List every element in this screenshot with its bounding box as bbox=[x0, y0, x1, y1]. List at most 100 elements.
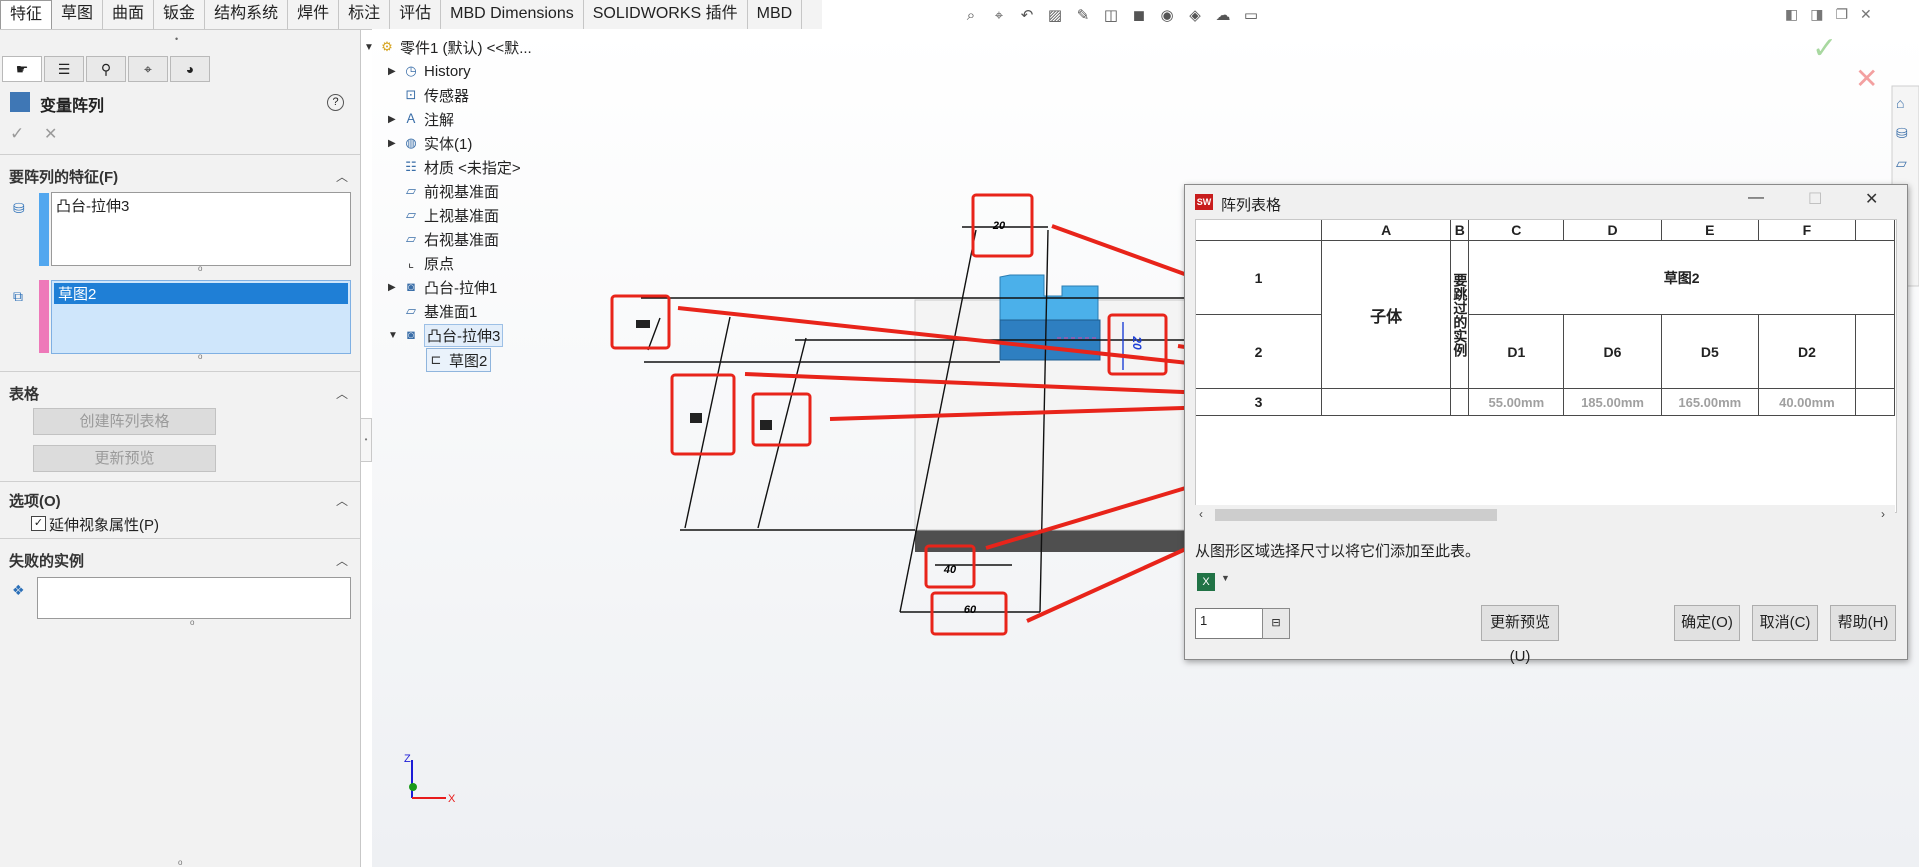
dim-text[interactable]: 60 bbox=[964, 604, 977, 616]
pattern-table-dialog: SW 阵列表格 — ☐ ✕ A B C D E F 1 子体 要跳过的实例 草图… bbox=[1184, 184, 1908, 665]
tree-item-label: 凸台-拉伸3 bbox=[424, 323, 504, 347]
scroll-left-icon[interactable]: ‹ bbox=[1199, 507, 1203, 521]
history-icon: ◷ bbox=[405, 63, 417, 78]
scroll-thumb[interactable] bbox=[1215, 509, 1497, 521]
table-cell[interactable] bbox=[1321, 388, 1452, 416]
tree-item-label: 凸台-拉伸1 bbox=[424, 279, 498, 297]
table-cell[interactable]: 185.00mm bbox=[1563, 388, 1662, 416]
scroll-right-icon[interactable]: › bbox=[1881, 507, 1885, 521]
table-cell[interactable]: 40.00mm bbox=[1757, 388, 1856, 416]
column-header[interactable]: B bbox=[1450, 220, 1470, 241]
collapse-arrow-icon[interactable]: ▼ bbox=[388, 330, 402, 341]
dim-text-small bbox=[690, 413, 702, 423]
tree-root[interactable]: ▼ ⚙ 零件1 (默认) <<默... bbox=[364, 36, 532, 58]
triad-x-label: X bbox=[448, 793, 456, 805]
tree-item-front-plane[interactable]: ▱ 前视基准面 bbox=[388, 180, 499, 202]
group-header: 草图2 bbox=[1468, 240, 1895, 315]
home-icon[interactable]: ⌂ bbox=[1896, 88, 1909, 118]
horizontal-scrollbar[interactable]: ‹ › bbox=[1195, 505, 1895, 525]
instance-count-input[interactable]: 1 bbox=[1195, 608, 1263, 639]
cancel-button[interactable]: 取消(C) bbox=[1752, 605, 1818, 641]
col-b-header: 要跳过的实例 bbox=[1450, 240, 1470, 389]
dim-header: D2 bbox=[1757, 314, 1856, 389]
pattern-table-grid[interactable]: A B C D E F 1 子体 要跳过的实例 草图2 2 D1 D6 D5 D… bbox=[1195, 219, 1897, 513]
sensor-icon: ⊡ bbox=[405, 87, 417, 102]
tree-item-boss-extrude1[interactable]: ▶ ◙ 凸台-拉伸1 bbox=[388, 276, 497, 298]
row-header[interactable]: 1 bbox=[1196, 240, 1323, 315]
corner-cell bbox=[1196, 220, 1323, 241]
extrude-icon: ◙ bbox=[407, 327, 415, 342]
design-library-icon[interactable]: ⛁ bbox=[1896, 118, 1909, 148]
origin-icon: ⌞ bbox=[407, 255, 415, 270]
tree-item-annotations[interactable]: ▶ Ａ 注解 bbox=[388, 108, 454, 130]
close-button[interactable]: ✕ bbox=[1865, 189, 1878, 209]
part-icon: ⚙ bbox=[381, 39, 393, 54]
tree-item-plane1[interactable]: ▱ 基准面1 bbox=[388, 300, 477, 322]
col-a-header: 子体 bbox=[1321, 240, 1452, 389]
tree-item-label: 传感器 bbox=[424, 87, 470, 105]
tree-item-material[interactable]: ☷ 材质 <未指定> bbox=[388, 156, 521, 178]
expand-arrow-icon[interactable]: ▶ bbox=[388, 66, 402, 77]
confirm-cancel-icon[interactable]: ✕ bbox=[1855, 63, 1878, 94]
column-header[interactable]: C bbox=[1468, 220, 1565, 241]
triad-z-label: Z bbox=[404, 753, 411, 765]
pattern-table: A B C D E F 1 子体 要跳过的实例 草图2 2 D1 D6 D5 D… bbox=[1196, 220, 1896, 416]
tree-item-label: 草图2 bbox=[449, 352, 488, 370]
minimize-button[interactable]: — bbox=[1748, 189, 1764, 207]
expand-arrow-icon[interactable]: ▶ bbox=[388, 114, 402, 125]
tree-item-label: 基准面1 bbox=[424, 303, 478, 321]
collapse-arrow-icon[interactable]: ▼ bbox=[364, 42, 378, 53]
tree-item-label: History bbox=[424, 62, 471, 80]
tree-item-history[interactable]: ▶ ◷ History bbox=[388, 60, 471, 82]
solidworks-logo-icon: SW bbox=[1195, 194, 1213, 210]
expand-arrow-icon[interactable]: ▶ bbox=[388, 282, 402, 293]
plane-icon: ▱ bbox=[406, 207, 416, 222]
column-header[interactable]: E bbox=[1660, 220, 1759, 241]
dropdown-arrow-icon[interactable]: ▼ bbox=[1221, 573, 1230, 583]
tree-item-solid-bodies[interactable]: ▶ ◍ 实体(1) bbox=[388, 132, 472, 154]
help-button[interactable]: 帮助(H) bbox=[1830, 605, 1896, 641]
table-cell[interactable]: 165.00mm bbox=[1660, 388, 1759, 416]
tree-item-label: 注解 bbox=[424, 111, 455, 129]
maximize-button[interactable]: ☐ bbox=[1808, 189, 1822, 209]
tree-item-label: 原点 bbox=[424, 255, 455, 273]
tree-item-label: 前视基准面 bbox=[424, 183, 500, 201]
row-header[interactable]: 2 bbox=[1196, 314, 1323, 389]
tree-item-origin[interactable]: ⌞ 原点 bbox=[388, 252, 454, 274]
extrude-icon: ◙ bbox=[407, 279, 415, 294]
confirm-check-icon[interactable]: ✓ bbox=[1812, 32, 1837, 65]
base-plate bbox=[915, 530, 1195, 552]
tree-item-top-plane[interactable]: ▱ 上视基准面 bbox=[388, 204, 499, 226]
dim-text[interactable]: 20 bbox=[1130, 335, 1144, 350]
solid-body-icon: ◍ bbox=[405, 135, 417, 150]
dim-text[interactable]: 40 bbox=[943, 564, 957, 576]
ok-button[interactable]: 确定(O) bbox=[1674, 605, 1740, 641]
plane-icon: ▱ bbox=[406, 183, 416, 198]
spin-button-icon[interactable]: ⊟ bbox=[1262, 608, 1290, 639]
sketch-icon: ⊏ bbox=[430, 352, 442, 367]
tree-item-label: 实体(1) bbox=[424, 135, 473, 153]
dim-text-small bbox=[636, 320, 650, 328]
material-icon: ☷ bbox=[405, 159, 417, 174]
update-preview-button[interactable]: 更新预览(U) bbox=[1481, 605, 1559, 665]
column-header[interactable]: F bbox=[1757, 220, 1856, 241]
column-header[interactable]: A bbox=[1321, 220, 1452, 241]
row-header[interactable]: 3 bbox=[1196, 388, 1323, 416]
dim-text[interactable]: 20 bbox=[992, 220, 1006, 232]
plane-icon: ▱ bbox=[406, 303, 416, 318]
column-header-empty bbox=[1854, 220, 1896, 241]
table-cell[interactable]: 55.00mm bbox=[1468, 388, 1565, 416]
tree-item-right-plane[interactable]: ▱ 右视基准面 bbox=[388, 228, 499, 250]
tree-item-sensors[interactable]: ⊡ 传感器 bbox=[388, 84, 469, 106]
expand-arrow-icon[interactable]: ▶ bbox=[388, 138, 402, 149]
empty-cell bbox=[1854, 314, 1896, 389]
excel-icon[interactable]: X bbox=[1197, 573, 1215, 591]
tree-item-sketch2[interactable]: ⊏ 草图2 bbox=[426, 348, 492, 372]
table-cell[interactable] bbox=[1450, 388, 1470, 416]
dialog-title: 阵列表格 bbox=[1221, 197, 1282, 214]
tree-item-boss-extrude3[interactable]: ▼ ◙ 凸台-拉伸3 bbox=[388, 323, 504, 347]
dim-header: D6 bbox=[1563, 314, 1662, 389]
file-explorer-icon[interactable]: ▱ bbox=[1896, 148, 1909, 178]
column-header[interactable]: D bbox=[1563, 220, 1662, 241]
tree-item-label: 右视基准面 bbox=[424, 231, 500, 249]
